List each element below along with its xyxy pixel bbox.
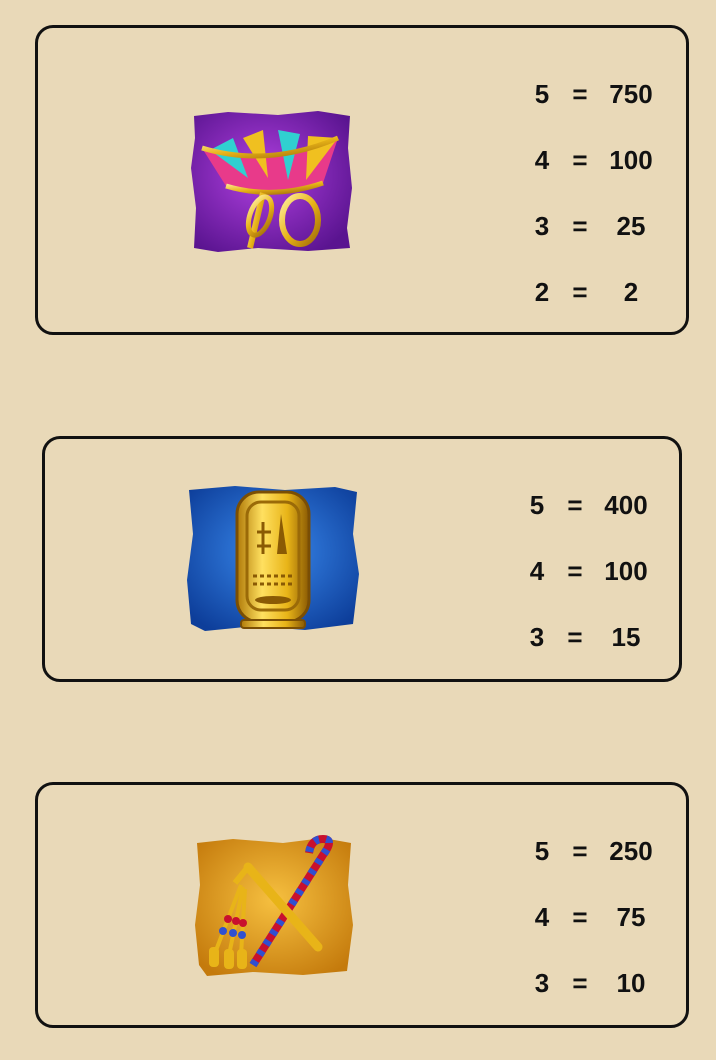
payout-value: 250 [609,836,653,866]
payout-row: 4 = 100 [527,553,667,619]
payout-value: 100 [604,556,648,586]
payout-value: 10 [616,968,646,998]
payout-row: 2 = 2 [532,274,672,340]
symbol-count: 5 [534,836,550,866]
symbol-count: 3 [534,211,550,241]
equals-sign: = [567,622,583,652]
lotus-flower-icon [188,108,356,254]
equals-sign: = [567,490,583,520]
symbol-count: 4 [534,145,550,175]
payout-value: 2 [623,277,639,307]
equals-sign: = [567,556,583,586]
payout-value: 750 [609,79,653,109]
payout-row: 3 = 15 [527,619,667,685]
paytable-panel-cartouche: 5 = 400 4 = 100 3 = 15 [42,436,682,682]
payout-list: 5 = 750 4 = 100 3 = 25 2 = 2 [532,76,672,340]
payout-value: 400 [604,490,648,520]
payout-row: 4 = 75 [532,899,672,965]
payout-row: 3 = 25 [532,208,672,274]
equals-sign: = [572,902,588,932]
equals-sign: = [572,836,588,866]
payout-list: 5 = 250 4 = 75 3 = 10 [532,833,672,1031]
payout-value: 100 [609,145,653,175]
symbol-count: 5 [534,79,550,109]
equals-sign: = [572,145,588,175]
symbol-count: 4 [534,902,550,932]
symbol-count: 3 [529,622,545,652]
payout-row: 5 = 750 [532,76,672,142]
symbol-count: 3 [534,968,550,998]
equals-sign: = [572,968,588,998]
payout-row: 5 = 250 [532,833,672,899]
equals-sign: = [572,277,588,307]
equals-sign: = [572,211,588,241]
payout-row: 5 = 400 [527,487,667,553]
crook-and-flail-icon [193,835,355,979]
symbol-count: 4 [529,556,545,586]
payout-list: 5 = 400 4 = 100 3 = 15 [527,487,667,685]
payout-value: 75 [616,902,646,932]
paytable-panel-lotus: 5 = 750 4 = 100 3 = 25 2 = 2 [35,25,689,335]
payout-value: 25 [616,211,646,241]
symbol-count: 2 [534,277,550,307]
payout-row: 3 = 10 [532,965,672,1031]
paytable-panel-crook-flail: 5 = 250 4 = 75 3 = 10 [35,782,689,1028]
equals-sign: = [572,79,588,109]
symbol-count: 5 [529,490,545,520]
payout-row: 4 = 100 [532,142,672,208]
golden-cartouche-icon [185,484,361,634]
payout-value: 15 [611,622,641,652]
